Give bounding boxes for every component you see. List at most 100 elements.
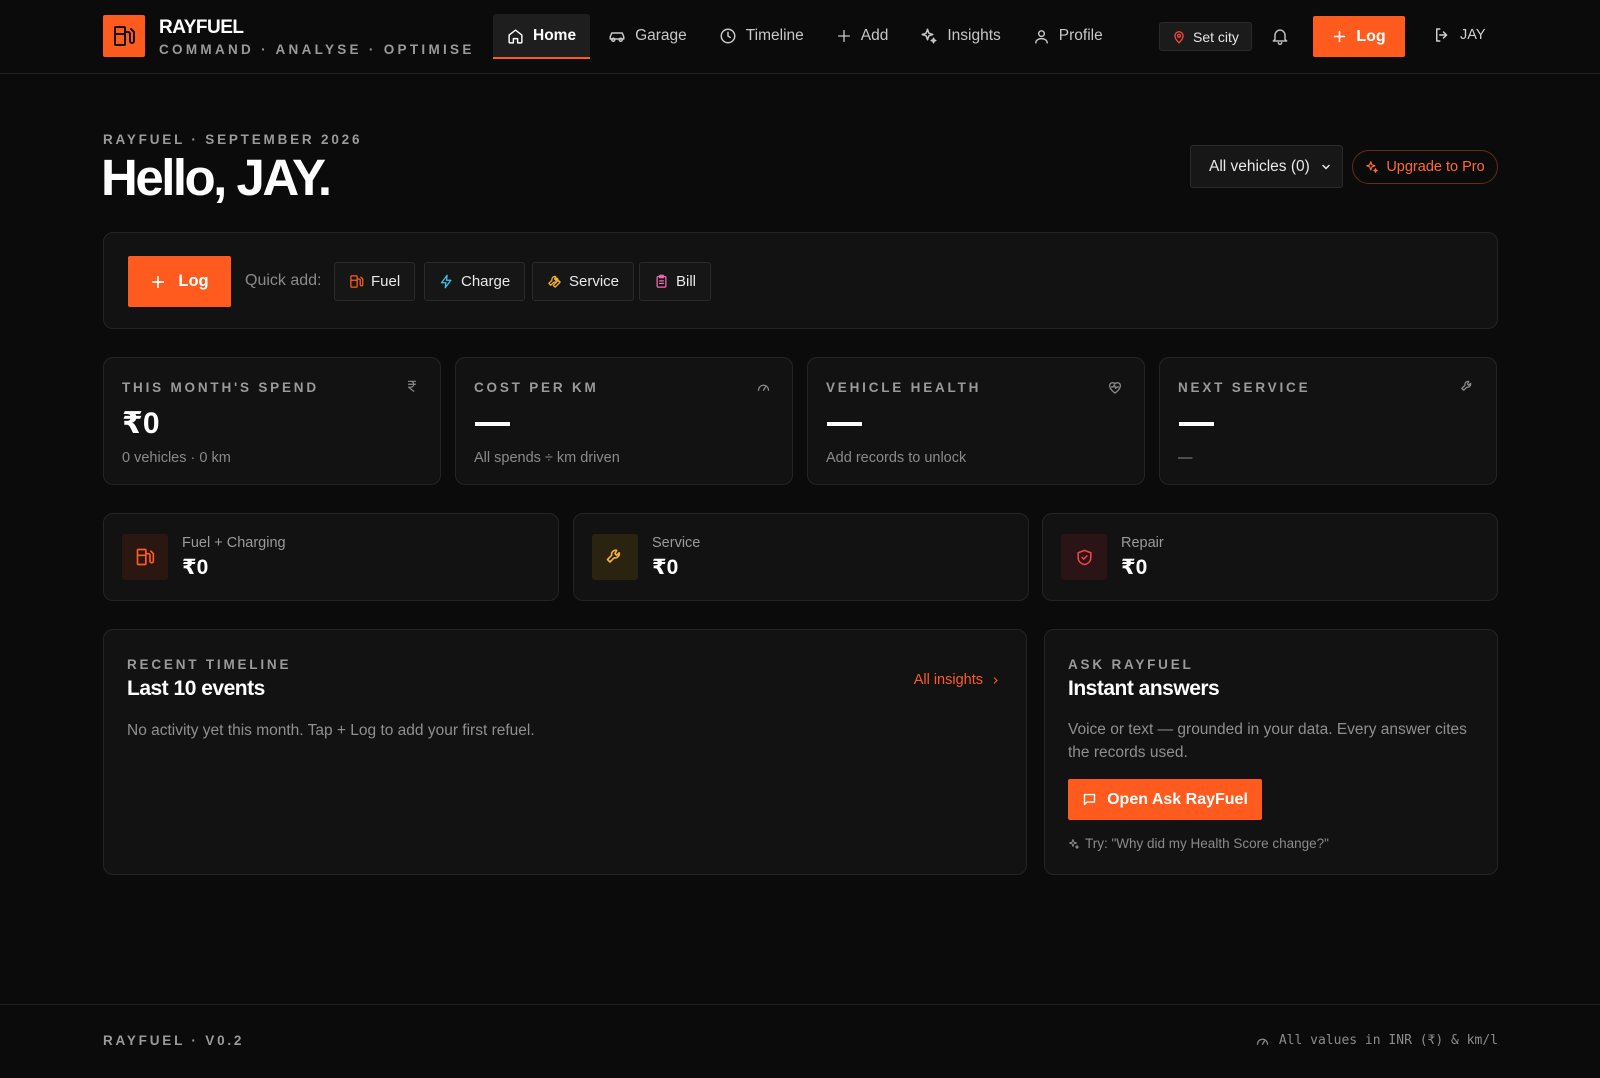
log-button[interactable]: Log — [128, 256, 231, 307]
plus-icon — [152, 275, 165, 288]
set-city-button[interactable]: Set city — [1159, 22, 1252, 51]
logout-button[interactable]: JAY — [1433, 26, 1486, 44]
open-ask-label: Open Ask RayFuel — [1107, 790, 1248, 808]
category-card-fuel[interactable]: Fuel + Charging ₹0 — [103, 513, 559, 601]
category-value: ₹0 — [1121, 556, 1148, 579]
bell-icon — [1272, 29, 1288, 46]
gauge-icon — [1256, 1038, 1268, 1045]
shield-icon — [1061, 534, 1107, 580]
quick-add-bill-label: Bill — [676, 273, 697, 290]
stat-subtitle: Add records to unlock — [826, 450, 967, 466]
quick-add-service[interactable]: Service — [532, 262, 635, 301]
top-bar: RAYFUEL COMMAND · ANALYSE · OPTIMISE Hom… — [0, 0, 1600, 74]
nav-add[interactable]: Add — [822, 14, 903, 58]
car-icon — [609, 32, 625, 42]
category-label: Fuel + Charging — [182, 535, 286, 551]
clipboard-icon — [656, 274, 667, 288]
stat-value: ₹0 — [122, 407, 160, 440]
nav-garage[interactable]: Garage — [594, 14, 701, 58]
stat-card-next-service: NEXT SERVICE — — [1159, 357, 1497, 485]
timeline-title: Last 10 events — [127, 677, 265, 700]
ask-description: Voice or text — grounded in your data. E… — [1068, 721, 1467, 761]
stat-value-placeholder — [475, 422, 510, 426]
log-button-label: Log — [178, 272, 209, 290]
plus-icon — [837, 30, 850, 42]
stat-title: VEHICLE HEALTH — [826, 380, 982, 395]
nav-home[interactable]: Home — [493, 14, 591, 59]
category-value: ₹0 — [652, 556, 679, 579]
stat-subtitle: — — [1178, 450, 1193, 466]
chevron-down-icon — [1322, 164, 1330, 170]
chat-icon — [1083, 793, 1096, 806]
brand[interactable]: RAYFUEL COMMAND · ANALYSE · OPTIMISE — [103, 15, 475, 57]
footer: RAYFUEL · V0.2 All values in INR (₹) & k… — [0, 1004, 1600, 1078]
nav-profile-label: Profile — [1058, 27, 1103, 44]
fuel-pump-icon — [350, 275, 364, 288]
upgrade-label: Upgrade to Pro — [1386, 159, 1485, 175]
stat-subtitle: 0 vehicles · 0 km — [122, 450, 231, 466]
quick-add-label: Quick add: — [245, 272, 322, 289]
set-city-label: Set city — [1193, 28, 1239, 45]
wrench-icon — [592, 534, 638, 580]
rupee-icon — [407, 380, 417, 392]
lightning-icon — [440, 274, 452, 289]
vehicle-select-value: All vehicles (0) — [1209, 157, 1310, 175]
quick-add-bill[interactable]: Bill — [639, 262, 712, 301]
ask-eyebrow: ASK RAYFUEL — [1068, 657, 1194, 672]
user-icon — [1034, 29, 1048, 44]
quick-add-fuel[interactable]: Fuel — [334, 262, 416, 301]
nav-insights-label: Insights — [947, 27, 1001, 44]
quick-add-charge-label: Charge — [461, 273, 511, 290]
footer-version: RAYFUEL · V0.2 — [103, 1033, 245, 1048]
ask-suggestion-text: Try: "Why did my Health Score change?" — [1085, 836, 1329, 851]
user-name: JAY — [1460, 27, 1486, 43]
recent-timeline-panel: RECENT TIMELINE Last 10 events All insig… — [103, 629, 1027, 875]
chevron-right-icon — [993, 676, 998, 684]
all-insights-label: All insights — [913, 672, 983, 688]
stat-subtitle: All spends ÷ km driven — [474, 450, 620, 466]
upgrade-button[interactable]: Upgrade to Pro — [1352, 150, 1498, 184]
nav-profile[interactable]: Profile — [1019, 14, 1117, 58]
ask-rayfuel-panel: ASK RAYFUEL Instant answers Voice or tex… — [1044, 629, 1498, 875]
main-nav: Home Garage Timeline Add Insights Profil… — [493, 14, 1121, 59]
nav-timeline[interactable]: Timeline — [705, 14, 818, 58]
open-ask-button[interactable]: Open Ask RayFuel — [1068, 779, 1262, 820]
category-label: Service — [652, 535, 701, 551]
timeline-eyebrow: RECENT TIMELINE — [127, 657, 292, 672]
logout-icon — [1436, 28, 1448, 42]
log-button-header-label: Log — [1356, 27, 1386, 45]
quick-add-fuel-label: Fuel — [371, 273, 401, 290]
brand-tagline: COMMAND · ANALYSE · OPTIMISE — [159, 42, 475, 57]
log-button-header[interactable]: Log — [1313, 16, 1405, 57]
heart-pulse-icon — [1109, 382, 1121, 394]
quick-add-panel: Log Quick add: Fuel Charge Service Bill — [103, 232, 1498, 329]
quick-add-charge[interactable]: Charge — [424, 262, 526, 301]
notifications-button[interactable] — [1270, 26, 1290, 46]
category-label: Repair — [1121, 535, 1164, 551]
stat-title: NEXT SERVICE — [1178, 380, 1311, 395]
category-value: ₹0 — [182, 556, 209, 579]
footer-note: All values in INR (₹) & km/l — [1255, 1033, 1498, 1048]
page-eyebrow: RAYFUEL · SEPTEMBER 2026 — [103, 132, 363, 147]
ask-title: Instant answers — [1068, 677, 1220, 700]
category-card-service[interactable]: Service ₹0 — [573, 513, 1029, 601]
fuel-pump-icon — [103, 15, 145, 57]
stat-card-monthly-spend: THIS MONTH'S SPEND ₹0 0 vehicles · 0 km — [103, 357, 441, 485]
clock-icon — [720, 28, 736, 44]
sparkle-icon — [1366, 161, 1379, 173]
nav-insights[interactable]: Insights — [906, 14, 1014, 58]
fuel-pump-icon — [122, 534, 168, 580]
stat-card-vehicle-health: VEHICLE HEALTH Add records to unlock — [807, 357, 1145, 485]
stat-card-cost-per-km: COST PER KM All spends ÷ km driven — [455, 357, 793, 485]
plus-icon — [1334, 30, 1346, 43]
gauge-icon — [757, 384, 770, 391]
category-card-repair[interactable]: Repair ₹0 — [1042, 513, 1498, 601]
ask-suggestion[interactable]: Try: "Why did my Health Score change?" — [1068, 836, 1329, 851]
nav-timeline-label: Timeline — [745, 27, 804, 44]
sparkle-icon — [921, 28, 937, 44]
all-insights-link[interactable]: All insights — [914, 672, 1000, 688]
vehicle-select[interactable]: All vehicles (0) — [1190, 145, 1343, 188]
nav-garage-label: Garage — [635, 27, 687, 44]
timeline-empty-state: No activity yet this month. Tap + Log to… — [127, 722, 535, 739]
home-icon — [508, 28, 523, 44]
